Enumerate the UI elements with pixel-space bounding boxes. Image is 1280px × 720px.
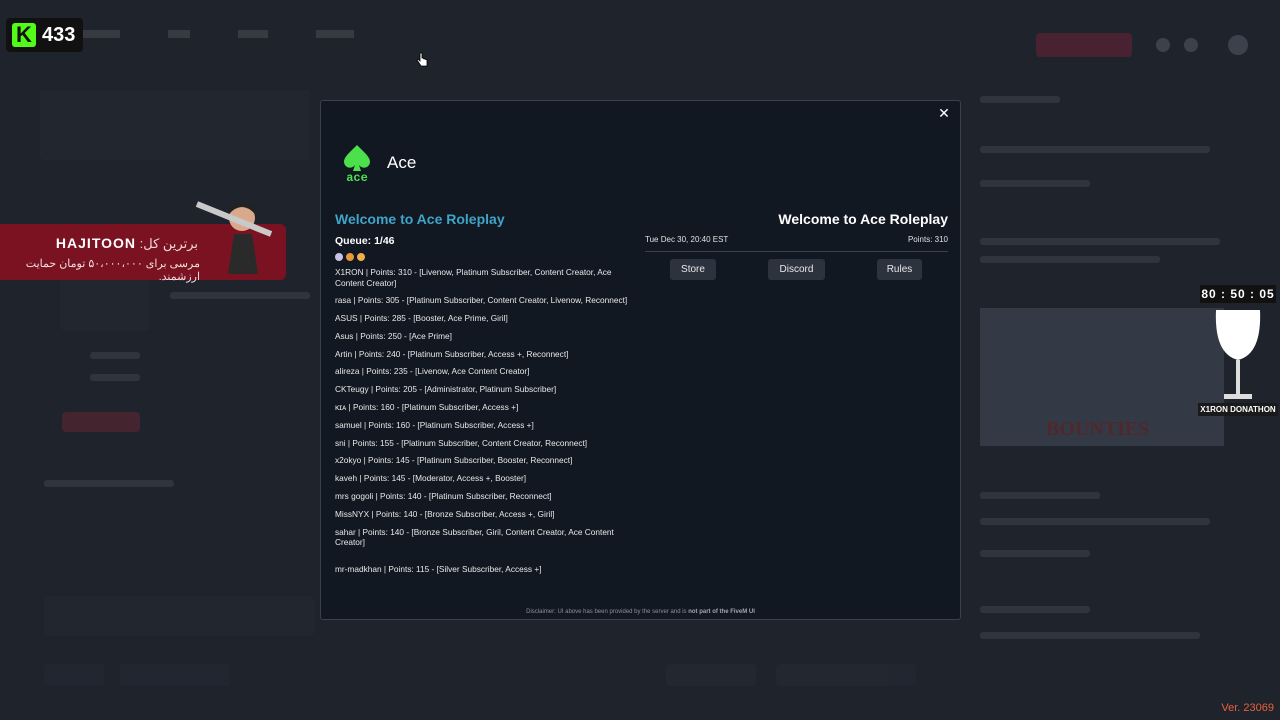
background-button — [776, 664, 916, 686]
background-button — [44, 664, 104, 686]
donor-name: HAJITOON — [55, 235, 137, 251]
donathon-label: X1RON DONATHON — [1198, 403, 1278, 416]
background-line — [980, 550, 1090, 557]
store-button[interactable]: Store — [670, 259, 716, 280]
server-brand: ace Ace — [339, 143, 417, 185]
datetime-label: Tue Dec 30, 20:40 EST — [645, 235, 729, 244]
queue-position: Queue: 1/46 — [335, 235, 395, 247]
disclaimer-text: Disclaimer: UI above has been provided b… — [526, 609, 687, 615]
background-line — [90, 374, 140, 381]
background-promo-text: BOUNTIES — [1046, 418, 1150, 440]
kick-logo-icon: K — [12, 23, 36, 47]
queue-entry: Asus | Points: 250 - [Ace Prime] — [335, 330, 452, 341]
background-line — [980, 492, 1100, 499]
cat-emoji-icon — [357, 253, 365, 261]
background-line — [980, 238, 1220, 245]
background-avatar — [1228, 35, 1248, 55]
background-pill — [1036, 33, 1132, 57]
donor-title: برترین کل: HAJITOON — [56, 235, 198, 252]
background-red-button — [62, 412, 140, 432]
background-button — [666, 664, 756, 686]
queue-entry: alireza | Points: 235 - [Livenow, Ace Co… — [335, 366, 530, 377]
queue-entry: Artin | Points: 240 - [Platinum Subscrib… — [335, 348, 569, 359]
queue-list: X1RON | Points: 310 - [Livenow, Platinum… — [335, 267, 635, 574]
queue-entry: sni | Points: 155 - [Platinum Subscriber… — [335, 437, 588, 448]
queue-entry: CKTeugy | Points: 205 - [Administrator, … — [335, 384, 557, 395]
donathon-timer: 80 : 50 : 05 — [1200, 285, 1276, 303]
queue-entry: samuel | Points: 160 - [Platinum Subscri… — [335, 419, 534, 430]
background-line — [980, 96, 1060, 103]
donor-prefix: برترین کل: — [139, 236, 198, 251]
background-button — [120, 664, 230, 686]
queue-panel: Welcome to Ace Roleplay Queue: 1/46 X1RO… — [335, 211, 635, 581]
background-line — [980, 180, 1090, 187]
kick-viewer-badge: K 433 — [6, 18, 84, 52]
bunny-emoji-icon — [335, 253, 343, 261]
queue-entry: mrs gogoli | Points: 140 - [Platinum Sub… — [335, 491, 552, 502]
welcome-heading-right: Welcome to Ace Roleplay — [778, 211, 948, 227]
background-line — [90, 352, 140, 359]
action-buttons: Store Discord Rules — [645, 259, 948, 299]
background-icon — [1156, 38, 1170, 52]
meta-row: Tue Dec 30, 20:40 EST Points: 310 — [645, 235, 948, 252]
queue-entry: kaveh | Points: 145 - [Moderator, Access… — [335, 473, 527, 484]
background-card — [44, 596, 314, 636]
queue-entry: MissNYX | Points: 140 - [Bronze Subscrib… — [335, 508, 555, 519]
queue-entry: X1RON | Points: 310 - [Livenow, Platinum… — [335, 267, 612, 288]
background-line — [44, 480, 174, 487]
fox-emoji-icon — [346, 253, 354, 261]
background-nav — [80, 30, 354, 38]
info-panel: Welcome to Ace Roleplay Tue Dec 30, 20:4… — [645, 211, 948, 299]
queue-entry: rasa | Points: 305 - [Platinum Subscribe… — [335, 295, 628, 306]
queue-entry: ĸɪᴀ | Points: 160 - [Platinum Subscriber… — [335, 402, 519, 413]
wine-glass-icon — [1215, 310, 1261, 399]
viewer-count: 433 — [42, 23, 76, 46]
background-line — [980, 632, 1200, 639]
background-line — [980, 518, 1210, 525]
background-line — [980, 606, 1090, 613]
queue-entry: x2okyo | Points: 145 - [Platinum Subscri… — [335, 455, 573, 466]
rules-button[interactable]: Rules — [877, 259, 922, 280]
hand-cursor-icon — [416, 52, 428, 73]
background-card — [40, 90, 310, 160]
server-queue-modal: ✕ ace Ace Welcome to Ace Roleplay Queue:… — [320, 100, 961, 620]
donor-message: مرسی برای ۵۰،۰۰۰،۰۰۰ تومان حمایت ارزشمند… — [25, 258, 200, 283]
disclaimer: Disclaimer: UI above has been provided b… — [321, 609, 960, 615]
discord-button[interactable]: Discord — [768, 259, 825, 280]
queue-entry: mr-madkhan | Points: 115 - [Silver Subsc… — [335, 563, 542, 574]
server-logo-text: ace — [346, 171, 368, 185]
background-line — [980, 146, 1210, 153]
version-label: Ver. 23069 — [1221, 702, 1274, 714]
background-icon — [1184, 38, 1198, 52]
disclaimer-bold: not part of the FiveM UI — [688, 609, 755, 615]
emoji-row — [335, 253, 635, 261]
spade-icon: ace — [339, 143, 375, 185]
background-line — [980, 256, 1160, 263]
close-icon[interactable]: ✕ — [936, 105, 952, 121]
server-name: Ace — [387, 153, 417, 172]
background-line — [170, 292, 310, 299]
mascot-character-image — [195, 201, 273, 274]
points-label: Points: 310 — [907, 235, 948, 244]
queue-entry: sahar | Points: 140 - [Bronze Subscriber… — [335, 526, 614, 548]
queue-entry: ASUS | Points: 285 - [Booster, Ace Prime… — [335, 313, 508, 324]
welcome-heading-left: Welcome to Ace Roleplay — [335, 211, 505, 227]
